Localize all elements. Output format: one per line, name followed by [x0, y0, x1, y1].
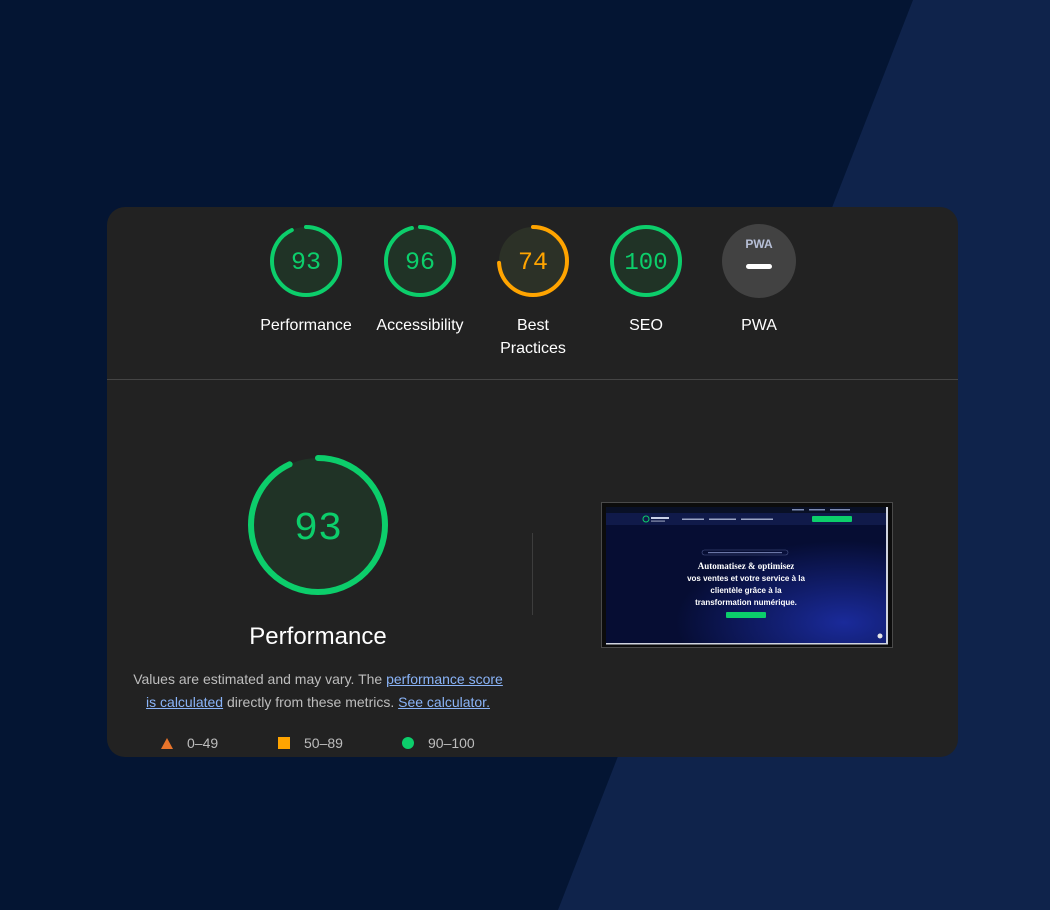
legend-range: 0–49: [187, 735, 219, 751]
pwa-badge-text: PWA: [745, 237, 773, 251]
legend-item-fail: 0–49: [161, 735, 218, 751]
gauge-label: Performance: [260, 317, 352, 334]
vertical-separator: [532, 533, 533, 615]
lighthouse-report-card: 93 Performance 96 Accessibility 74 Best …: [107, 207, 958, 757]
category-gauges: 93 Performance 96 Accessibility 74 Best …: [107, 207, 958, 379]
square-icon: [278, 737, 290, 749]
screenshot-headline: Automatisez & optimisez: [698, 561, 794, 571]
gauge-ring: 93: [270, 225, 342, 297]
performance-description: Values are estimated and may vary. The p…: [127, 668, 509, 714]
screenshot-headline: vos ventes et votre service à la: [687, 574, 805, 583]
screenshot-headline: clientèle grâce à la: [710, 586, 782, 595]
gauge-pwa[interactable]: PWA PWA: [703, 222, 815, 337]
gauge-performance[interactable]: 93 Performance: [250, 222, 362, 337]
gauge-score: 93: [291, 248, 321, 277]
gauge-label: SEO: [629, 317, 663, 334]
performance-title: Performance: [249, 623, 387, 650]
circle-icon: [402, 737, 414, 749]
gauge-label: PWA: [741, 317, 777, 334]
gauge-score: 100: [624, 250, 667, 277]
gauge-score: 74: [518, 248, 548, 277]
desc-text: Values are estimated and may vary. The: [133, 671, 387, 687]
legend-range: 50–89: [304, 735, 343, 751]
legend-item-average: 50–89: [278, 735, 343, 751]
divider: [107, 379, 958, 380]
performance-score: 93: [294, 507, 342, 552]
gauge-ring: 96: [384, 225, 456, 297]
page-screenshot: Automatisez & optimisez vos ventes et vo…: [606, 507, 888, 645]
gauge-label: Best Practices: [477, 314, 589, 360]
see-calculator-link[interactable]: See calculator.: [398, 694, 490, 710]
gauge-seo[interactable]: 100 SEO: [590, 222, 702, 337]
page-screenshot-thumbnail[interactable]: Automatisez & optimisez vos ventes et vo…: [601, 502, 893, 648]
screenshot-headline: transformation numérique.: [695, 598, 797, 607]
pwa-badge-icon: PWA: [722, 224, 796, 298]
gauge-label-line: Practices: [500, 340, 566, 357]
dash-icon: [746, 264, 772, 269]
performance-gauge-large[interactable]: 93: [246, 453, 390, 597]
gauge-ring: 74: [497, 225, 569, 297]
legend-item-pass: 90–100: [402, 735, 475, 751]
legend-range: 90–100: [428, 735, 475, 751]
gauge-label-line: Best: [516, 317, 549, 334]
gauge-best-practices[interactable]: 74 Best Practices: [477, 222, 589, 360]
gauge-label: Accessibility: [376, 317, 464, 334]
triangle-icon: [161, 737, 173, 749]
gauge-score: 96: [405, 248, 435, 277]
gauge-accessibility[interactable]: 96 Accessibility: [364, 222, 476, 337]
desc-text: directly from these metrics.: [223, 694, 399, 710]
score-legend: 0–49 50–89 90–100: [157, 735, 537, 755]
gauge-ring: 100: [610, 225, 682, 297]
